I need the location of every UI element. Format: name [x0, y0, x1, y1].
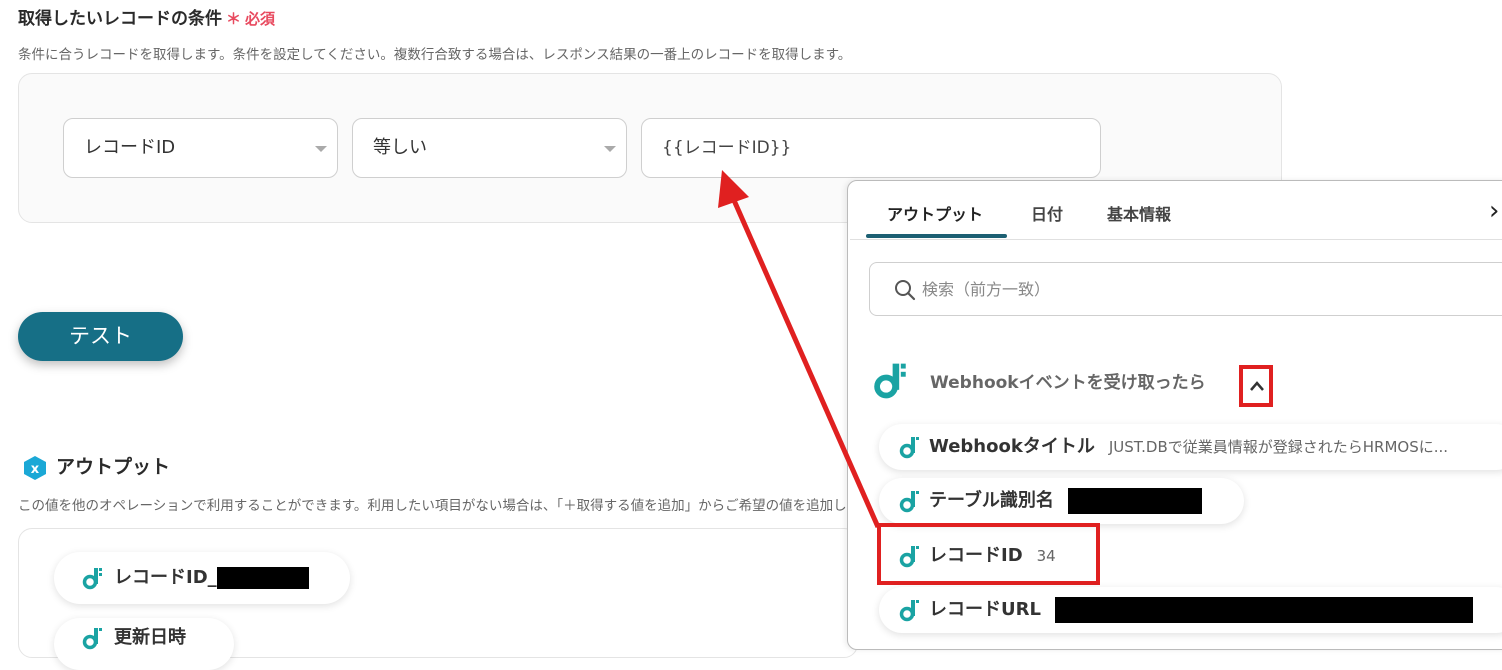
- annotation-arrow: [718, 170, 881, 529]
